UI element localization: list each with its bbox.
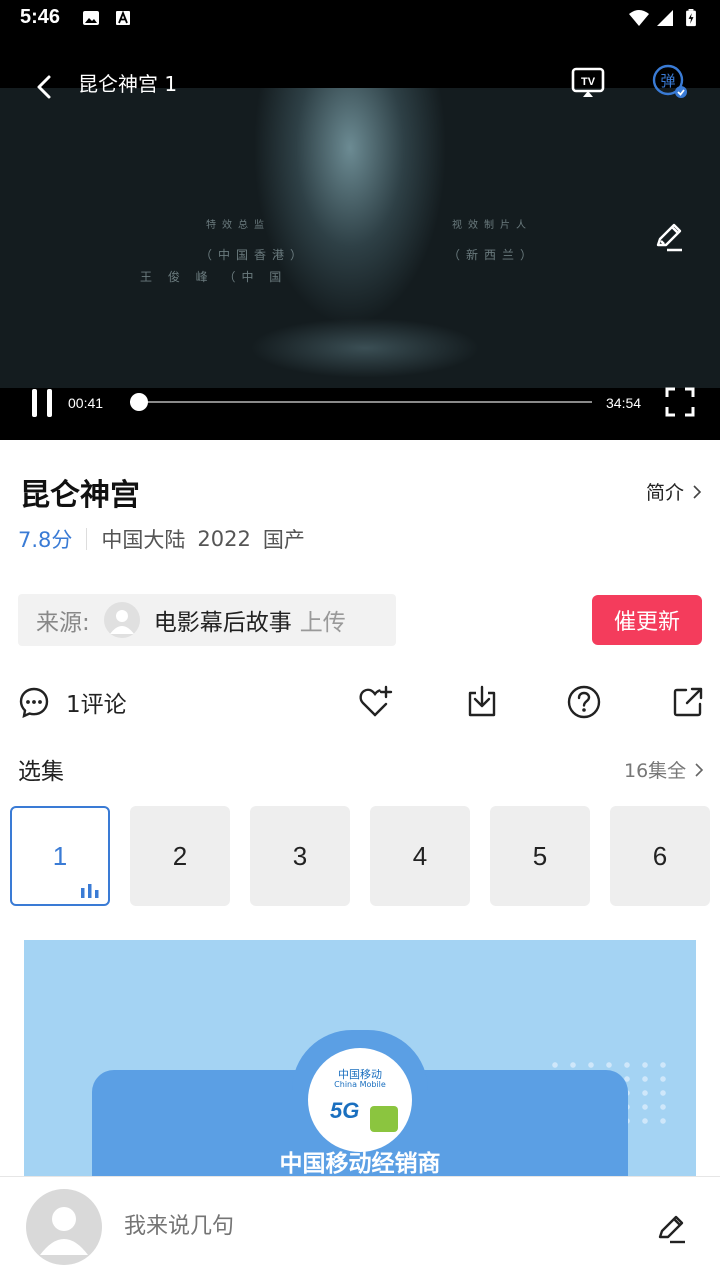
episode-number: 4 <box>412 840 428 871</box>
comment-button[interactable]: 1评论 <box>18 684 127 720</box>
episode-number: 2 <box>172 840 188 871</box>
progress-bar[interactable] <box>130 393 592 411</box>
wifi-icon <box>629 10 649 26</box>
back-arrow-icon[interactable] <box>28 70 62 104</box>
episode-item[interactable]: 3 <box>250 806 350 906</box>
intro-link[interactable]: 简介 <box>646 478 702 505</box>
episode-item[interactable]: 2 <box>130 806 230 906</box>
china-mobile-logo: 中国移动 China Mobile 5G <box>308 1048 412 1152</box>
person-icon <box>109 610 134 634</box>
origin: 国产 <box>262 528 305 552</box>
video-player[interactable]: 特效总监 视效制片人 （中国香港） （新西兰） 王 俊 峰 （中 国 昆仑神宫 … <box>0 40 720 440</box>
year: 2022 <box>197 527 251 551</box>
source-label: 来源: <box>36 610 90 636</box>
danmu-label: 弹 <box>660 72 675 90</box>
meta-row: 7.8分 中国大陆 2022 国产 <box>18 524 317 554</box>
signal-icon <box>657 10 673 26</box>
ad-logo-en: China Mobile <box>334 1080 386 1089</box>
episode-item[interactable]: 1 <box>10 806 110 906</box>
fullscreen-icon[interactable] <box>664 386 696 418</box>
credit-text: 王 俊 峰 （中 国 <box>140 270 288 284</box>
episode-number: 3 <box>292 840 308 871</box>
comment-count: 1评论 <box>66 692 127 718</box>
credit-text: （新西兰） <box>448 248 539 262</box>
player-title: 昆仑神宫 1 <box>78 72 178 96</box>
intro-label: 简介 <box>646 482 685 504</box>
share-icon[interactable] <box>670 684 706 720</box>
urge-update-button[interactable]: 催更新 <box>592 595 702 645</box>
progress-thumb[interactable] <box>130 393 149 411</box>
ad-logo-tag <box>370 1106 398 1132</box>
comment-input[interactable] <box>124 1213 412 1239</box>
episode-number: 1 <box>52 840 68 871</box>
source-box[interactable]: 来源: 电影幕后故事 上传 <box>18 594 396 646</box>
tv-cast-icon[interactable]: TV <box>570 64 606 100</box>
region: 中国大陆 <box>101 528 186 552</box>
uploader-avatar[interactable] <box>103 602 140 638</box>
episode-number: 5 <box>532 840 548 871</box>
episodes-title: 选集 <box>18 759 64 785</box>
episode-item[interactable]: 5 <box>490 806 590 906</box>
danmu-toggle-icon[interactable]: 弹 <box>652 64 688 100</box>
total-time: 34:54 <box>606 395 642 411</box>
episodes-all-link[interactable]: 16集全 <box>624 756 704 783</box>
status-bar: 5:46 <box>0 0 720 40</box>
status-time: 5:46 <box>20 6 61 28</box>
credit-text: 特效总监 <box>206 220 270 231</box>
meta-divider <box>86 528 88 550</box>
episode-item[interactable]: 6 <box>610 806 710 906</box>
comment-bubble-icon <box>19 687 49 718</box>
a-notification-icon <box>116 10 130 25</box>
person-icon <box>40 1207 88 1255</box>
danmu-edit-icon[interactable] <box>652 220 686 254</box>
comment-bar <box>0 1176 720 1280</box>
tv-label: TV <box>581 76 596 88</box>
current-time: 00:41 <box>68 395 104 411</box>
ad-banner[interactable]: 中国移动 China Mobile 5G 中国移动经销商 <box>24 940 696 1180</box>
video-glow <box>250 318 480 378</box>
episodes-total: 16集全 <box>624 760 687 782</box>
upload-label: 上传 <box>299 610 346 636</box>
credit-text: 视效制片人 <box>452 220 532 231</box>
user-avatar[interactable] <box>26 1189 102 1265</box>
ad-logo-5g: 5G <box>330 1098 360 1123</box>
image-notification-icon <box>83 11 99 25</box>
compose-icon[interactable] <box>654 1211 688 1245</box>
episode-list[interactable]: 1 2 3 4 5 6 <box>10 806 720 906</box>
video-frame[interactable]: 特效总监 视效制片人 （中国香港） （新西兰） 王 俊 峰 （中 国 <box>0 88 720 388</box>
ad-text: 中国移动经销商 <box>279 1151 441 1177</box>
chevron-right-icon <box>695 762 704 777</box>
credit-text: （中国香港） <box>200 248 309 262</box>
favorite-add-icon[interactable] <box>358 684 394 720</box>
uploader-name[interactable]: 电影幕后故事 <box>154 603 292 637</box>
episode-item[interactable]: 4 <box>370 806 470 906</box>
rating: 7.8分 <box>18 528 73 552</box>
download-icon[interactable] <box>464 684 500 720</box>
playing-indicator-icon <box>81 884 99 898</box>
episode-number: 6 <box>652 840 668 871</box>
battery-icon <box>686 9 696 27</box>
help-icon[interactable] <box>566 684 602 720</box>
chevron-right-icon <box>693 484 702 499</box>
show-title: 昆仑神宫 <box>20 478 140 513</box>
pause-icon[interactable] <box>28 388 56 418</box>
